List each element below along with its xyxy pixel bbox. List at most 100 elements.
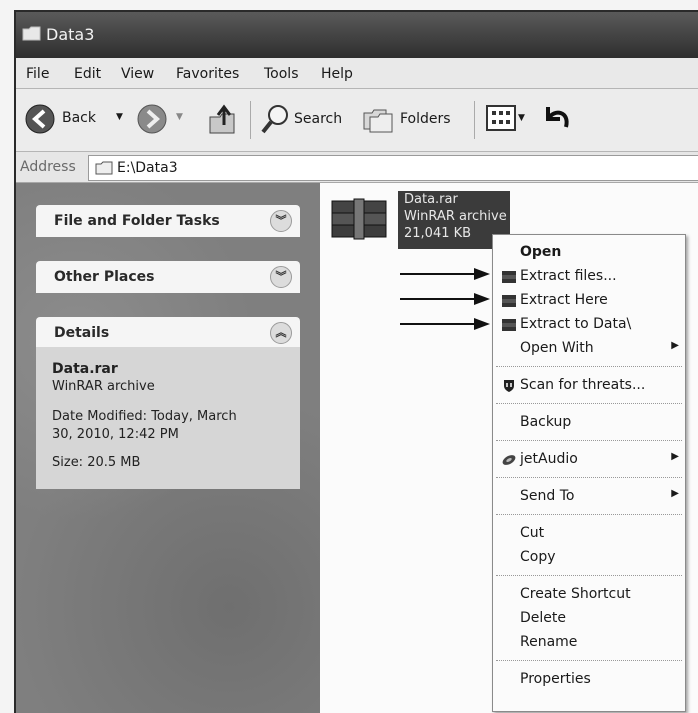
menu-item-properties[interactable]: Properties — [493, 668, 685, 692]
folders-label: Folders — [400, 111, 451, 127]
menu-edit[interactable]: Edit — [74, 66, 101, 82]
menu-bar: File Edit View Favorites Tools Help — [16, 58, 698, 89]
menu-item-cut[interactable]: Cut — [493, 522, 685, 546]
menu-item-label: Extract to Data\ — [520, 316, 632, 332]
menu-item-label: Open — [520, 244, 562, 260]
menu-item-copy[interactable]: Copy — [493, 546, 685, 570]
views-dropdown-icon[interactable]: ▼ — [518, 113, 525, 123]
details-file-type: WinRAR archive — [52, 379, 155, 394]
submenu-arrow-icon: ▶ — [671, 488, 679, 499]
winrar-archive-icon[interactable] — [328, 193, 390, 245]
folder-icon — [22, 26, 42, 41]
menu-item-label: Scan for threats... — [520, 377, 646, 393]
address-path: E:\Data3 — [117, 160, 178, 176]
file-folder-tasks-title: File and Folder Tasks — [54, 213, 220, 229]
menu-separator — [496, 477, 682, 478]
explorer-window: Data3 File Edit View Favorites Tools Hel… — [14, 10, 698, 713]
details-date-modified: Date Modified: Today, March — [52, 409, 237, 424]
back-arrow-icon — [24, 103, 56, 139]
menu-file[interactable]: File — [26, 66, 49, 82]
menu-item-label: Extract files... — [520, 268, 617, 284]
menu-item-label: Backup — [520, 414, 572, 430]
menu-separator — [496, 575, 682, 576]
menu-item-label: Copy — [520, 549, 556, 565]
menu-separator — [496, 440, 682, 441]
menu-item-scan-for-threats[interactable]: Scan for threats... — [493, 374, 685, 398]
search-icon — [260, 103, 290, 139]
pointer-arrow-icon — [400, 293, 490, 305]
menu-favorites[interactable]: Favorites — [176, 66, 239, 82]
pointer-arrow-icon — [400, 318, 490, 330]
chevron-down-icon[interactable]: ︾ — [270, 266, 292, 288]
forward-button[interactable]: ▼ — [136, 103, 192, 135]
winrar-icon — [501, 294, 517, 308]
menu-item-rename[interactable]: Rename — [493, 631, 685, 655]
menu-view[interactable]: View — [121, 66, 154, 82]
menu-item-label: Cut — [520, 525, 545, 541]
file-type: WinRAR archive — [404, 209, 507, 224]
undo-button[interactable] — [540, 103, 574, 135]
menu-item-label: Delete — [520, 610, 566, 626]
up-folder-icon — [209, 104, 235, 134]
views-grid-icon — [486, 105, 516, 131]
menu-tools[interactable]: Tools — [264, 66, 299, 82]
task-pane: File and Folder Tasks ︾ Other Places ︾ D… — [16, 183, 320, 713]
toolbar: Back ▼ ▼ Search Folders ▼ — [16, 89, 698, 152]
menu-item-extract-here[interactable]: Extract Here — [493, 289, 685, 313]
chevron-up-icon[interactable]: ︽ — [270, 322, 292, 344]
views-button[interactable]: ▼ — [486, 105, 528, 133]
details-header[interactable]: Details ︽ — [36, 317, 300, 349]
menu-item-label: Rename — [520, 634, 578, 650]
toolbar-separator — [474, 101, 475, 139]
context-menu: Open Extract files... Extract Here Extra… — [492, 234, 686, 712]
menu-item-jetaudio[interactable]: jetAudio ▶ — [493, 448, 685, 472]
window-title: Data3 — [46, 25, 95, 44]
menu-item-create-shortcut[interactable]: Create Shortcut — [493, 583, 685, 607]
details-size: Size: 20.5 MB — [52, 455, 141, 470]
file-name: Data.rar — [404, 192, 458, 207]
forward-dropdown-icon[interactable]: ▼ — [176, 112, 183, 122]
search-label: Search — [294, 111, 343, 127]
menu-separator — [496, 660, 682, 661]
pointer-arrow-icon — [400, 268, 490, 280]
winrar-icon — [501, 270, 517, 284]
menu-item-extract-files[interactable]: Extract files... — [493, 265, 685, 289]
up-folder-button[interactable] — [206, 101, 240, 137]
address-input[interactable]: E:\Data3 — [88, 155, 698, 181]
folder-icon — [95, 161, 113, 179]
details-title: Details — [54, 325, 110, 341]
toolbar-separator — [250, 101, 251, 139]
menu-item-label: Send To — [520, 488, 575, 504]
menu-item-send-to[interactable]: Send To ▶ — [493, 485, 685, 509]
folders-icon — [362, 105, 394, 137]
menu-item-label: jetAudio — [520, 451, 578, 467]
file-folder-tasks-header[interactable]: File and Folder Tasks ︾ — [36, 205, 300, 237]
forward-arrow-icon — [136, 103, 168, 139]
menu-item-label: Create Shortcut — [520, 586, 631, 602]
jetaudio-icon — [501, 453, 517, 467]
chevron-down-icon[interactable]: ︾ — [270, 210, 292, 232]
menu-item-label: Open With — [520, 340, 594, 356]
details-panel: Data.rar WinRAR archive Date Modified: T… — [36, 347, 300, 489]
submenu-arrow-icon: ▶ — [671, 451, 679, 462]
menu-help[interactable]: Help — [321, 66, 353, 82]
back-dropdown-icon[interactable]: ▼ — [116, 112, 123, 122]
back-label: Back — [62, 110, 96, 126]
submenu-arrow-icon: ▶ — [671, 340, 679, 351]
other-places-header[interactable]: Other Places ︾ — [36, 261, 300, 293]
menu-item-label: Properties — [520, 671, 591, 687]
address-label: Address — [20, 159, 76, 175]
menu-item-open-with[interactable]: Open With ▶ — [493, 337, 685, 361]
menu-item-backup[interactable]: Backup — [493, 411, 685, 435]
menu-item-delete[interactable]: Delete — [493, 607, 685, 631]
details-date-modified-cont: 30, 2010, 12:42 PM — [52, 427, 179, 442]
back-button[interactable]: Back ▼ — [24, 103, 134, 135]
winrar-icon — [501, 318, 517, 332]
menu-item-open[interactable]: Open — [493, 241, 685, 265]
folders-button[interactable]: Folders — [362, 101, 460, 137]
menu-item-extract-to[interactable]: Extract to Data\ — [493, 313, 685, 337]
menu-separator — [496, 514, 682, 515]
address-bar: Address E:\Data3 — [16, 152, 698, 183]
menu-separator — [496, 403, 682, 404]
search-button[interactable]: Search — [260, 101, 356, 137]
